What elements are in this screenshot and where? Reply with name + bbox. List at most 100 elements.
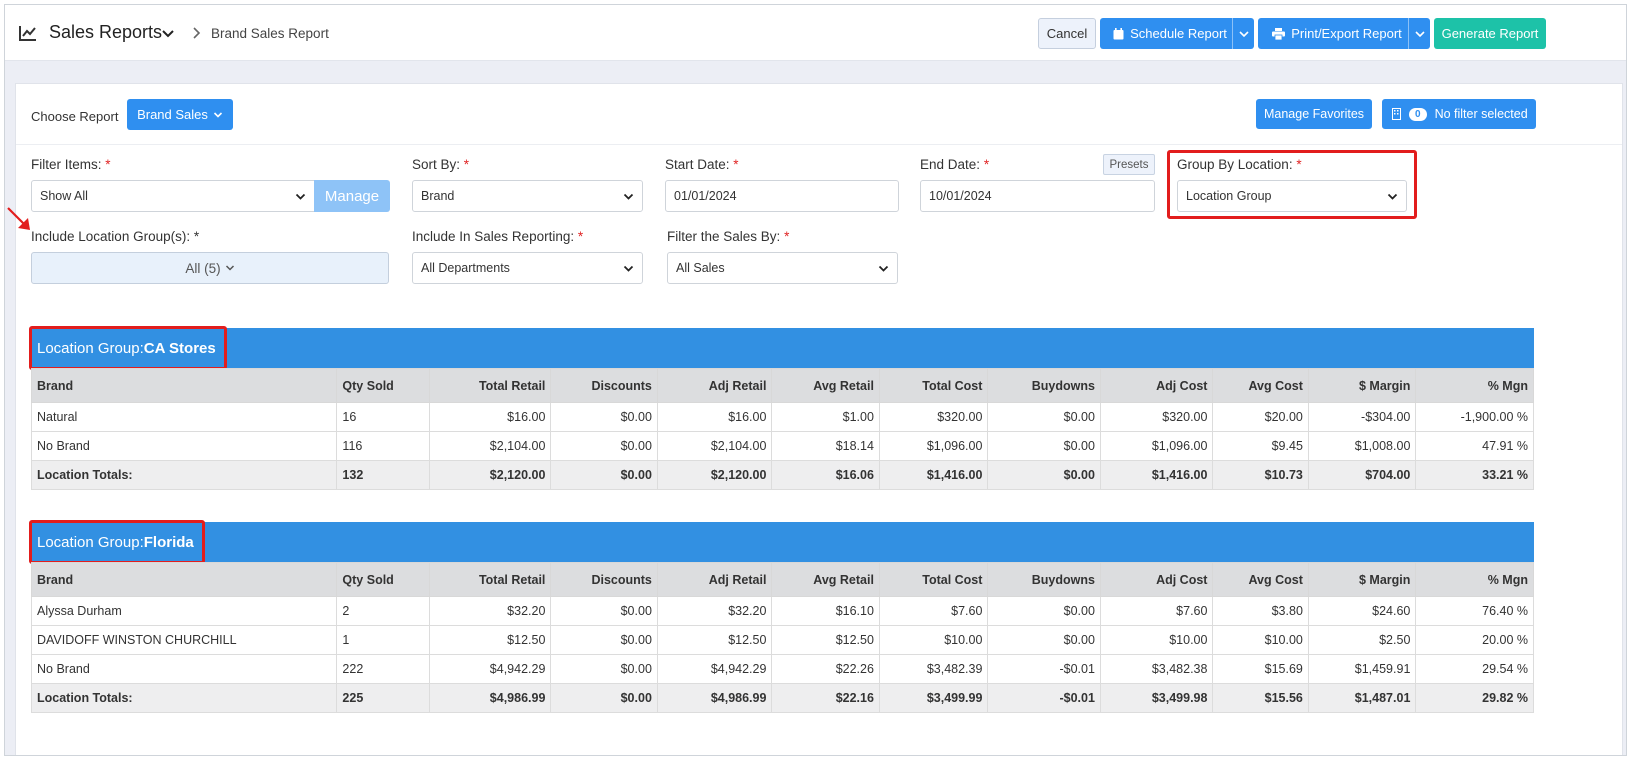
table-cell: 116 (336, 431, 430, 461)
schedule-report-button[interactable]: Schedule Report (1100, 18, 1254, 49)
presets-button[interactable]: Presets (1103, 154, 1155, 175)
totals-cell: -$0.01 (987, 683, 1101, 713)
column-header[interactable]: Discounts (550, 368, 658, 403)
manage-button[interactable]: Manage (314, 180, 390, 212)
table-cell: $1,008.00 (1307, 431, 1417, 461)
totals-cell: $2,120.00 (428, 460, 552, 490)
totals-cell: $1,416.00 (1099, 460, 1214, 490)
table-cell: $10.00 (1099, 625, 1214, 655)
column-header[interactable]: Adj Retail (656, 368, 773, 403)
chevron-down-icon (295, 193, 306, 200)
table-cell: $16.00 (428, 402, 552, 432)
table-cell: 2 (336, 596, 430, 626)
table-cell: $15.69 (1212, 654, 1309, 684)
column-header[interactable]: Total Retail (428, 368, 552, 403)
table-cell: $0.00 (550, 654, 658, 684)
table-cell: $10.00 (878, 625, 989, 655)
line-chart-icon (19, 26, 36, 41)
totals-cell: $2,120.00 (656, 460, 773, 490)
column-header[interactable]: Brand (30, 562, 338, 597)
chevron-down-icon (623, 193, 634, 200)
start-date-input[interactable]: 01/01/2024 (665, 180, 899, 212)
table-cell: $9.45 (1212, 431, 1309, 461)
column-header[interactable]: Total Cost (878, 368, 989, 403)
chevron-down-icon (225, 265, 234, 271)
column-header[interactable]: Buydowns (987, 368, 1101, 403)
print-export-label: Print/Export Report (1291, 26, 1402, 41)
schedule-dropdown-toggle[interactable] (1232, 18, 1254, 49)
table-cell: Natural (30, 402, 338, 432)
table-cell: $3,482.38 (1099, 654, 1214, 684)
column-header[interactable]: $ Margin (1307, 562, 1417, 597)
table-cell: DAVIDOFF WINSTON CHURCHILL (30, 625, 338, 655)
include-in-sales-select[interactable]: All Departments (412, 252, 643, 284)
chevron-down-icon[interactable] (161, 27, 175, 41)
table-cell: $12.50 (656, 625, 773, 655)
location-totals-row: Location Totals: 225 $4,986.99 $0.00 $4,986.… (30, 683, 1534, 713)
column-header[interactable]: $ Margin (1307, 368, 1417, 403)
column-header[interactable]: Qty Sold (336, 562, 430, 597)
totals-cell: $15.56 (1212, 683, 1309, 713)
filter-sales-by-select[interactable]: All Sales (667, 252, 898, 284)
table-cell: $2,104.00 (428, 431, 552, 461)
app-window: Sales Reports Brand Sales Report Cancel … (4, 4, 1627, 756)
choose-report-label: Choose Report (31, 109, 119, 124)
breadcrumb: Brand Sales Report (211, 26, 329, 41)
column-header[interactable]: Buydowns (987, 562, 1101, 597)
table-cell: $4,942.29 (428, 654, 552, 684)
totals-cell: $4,986.99 (656, 683, 773, 713)
table-cell: $0.00 (987, 431, 1101, 461)
column-header[interactable]: Total Retail (428, 562, 552, 597)
table-cell: $24.60 (1307, 596, 1417, 626)
totals-cell: $0.00 (987, 460, 1101, 490)
print-export-button[interactable]: Print/Export Report (1258, 18, 1430, 49)
sort-by-select[interactable]: Brand (412, 180, 643, 212)
column-header[interactable]: Brand (30, 368, 338, 403)
filter-items-select[interactable]: Show All (31, 180, 315, 212)
column-header[interactable]: Avg Retail (771, 368, 880, 403)
column-header[interactable]: Discounts (550, 562, 658, 597)
table-cell: No Brand (30, 654, 338, 684)
table-row: Natural 16 $16.00 $0.00 $16.00 $1.00 $320.00 $0… (30, 402, 1534, 432)
table-cell: $18.14 (771, 431, 880, 461)
chevron-down-icon (1414, 30, 1425, 37)
column-header[interactable]: Qty Sold (336, 368, 430, 403)
page-title[interactable]: Sales Reports (49, 22, 162, 43)
column-header[interactable]: Adj Cost (1099, 562, 1214, 597)
sales-table-florida: Brand Qty Sold Total Retail Discounts Adj Re… (30, 562, 1534, 713)
top-header: Sales Reports Brand Sales Report Cancel … (5, 5, 1626, 61)
report-select-button[interactable]: Brand Sales (127, 99, 233, 130)
chevron-down-icon (623, 265, 634, 272)
chevron-right-icon (193, 27, 201, 39)
table-cell: 29.54 % (1415, 654, 1534, 684)
filter-status-button[interactable]: 0 No filter selected (1382, 99, 1536, 129)
sales-table-ca-stores: Brand Qty Sold Total Retail Discounts Adj Re… (30, 368, 1534, 490)
column-header[interactable]: Adj Cost (1099, 368, 1214, 403)
table-cell: 1 (336, 625, 430, 655)
column-header[interactable]: Avg Retail (771, 562, 880, 597)
sort-by-label: Sort By: * (412, 157, 470, 172)
table-cell: $1,459.91 (1307, 654, 1417, 684)
table-cell: $0.00 (550, 625, 658, 655)
column-header[interactable]: Avg Cost (1212, 562, 1309, 597)
totals-cell: $0.00 (550, 683, 658, 713)
generate-report-button[interactable]: Generate Report (1434, 18, 1546, 49)
totals-cell: $16.06 (771, 460, 880, 490)
end-date-label: End Date: * (920, 157, 990, 172)
start-date-label: Start Date: * (665, 157, 739, 172)
column-header[interactable]: Avg Cost (1212, 368, 1309, 403)
table-cell: -$304.00 (1307, 402, 1417, 432)
manage-favorites-button[interactable]: Manage Favorites (1256, 99, 1372, 129)
table-row: DAVIDOFF WINSTON CHURCHILL 1 $12.50 $0.00 $1… (30, 625, 1534, 655)
column-header[interactable]: Adj Retail (656, 562, 773, 597)
column-header[interactable]: % Mgn (1415, 368, 1534, 403)
column-header[interactable]: Total Cost (878, 562, 989, 597)
cancel-button[interactable]: Cancel (1038, 18, 1096, 49)
column-header[interactable]: % Mgn (1415, 562, 1534, 597)
table-cell: $22.26 (771, 654, 880, 684)
end-date-input[interactable]: 10/01/2024 (920, 180, 1155, 212)
print-dropdown-toggle[interactable] (1408, 18, 1430, 49)
location-groups-dropdown[interactable]: All (5) (31, 252, 389, 284)
include-location-groups-label: Include Location Group(s): * (31, 229, 200, 244)
table-cell: $1,096.00 (1099, 431, 1214, 461)
